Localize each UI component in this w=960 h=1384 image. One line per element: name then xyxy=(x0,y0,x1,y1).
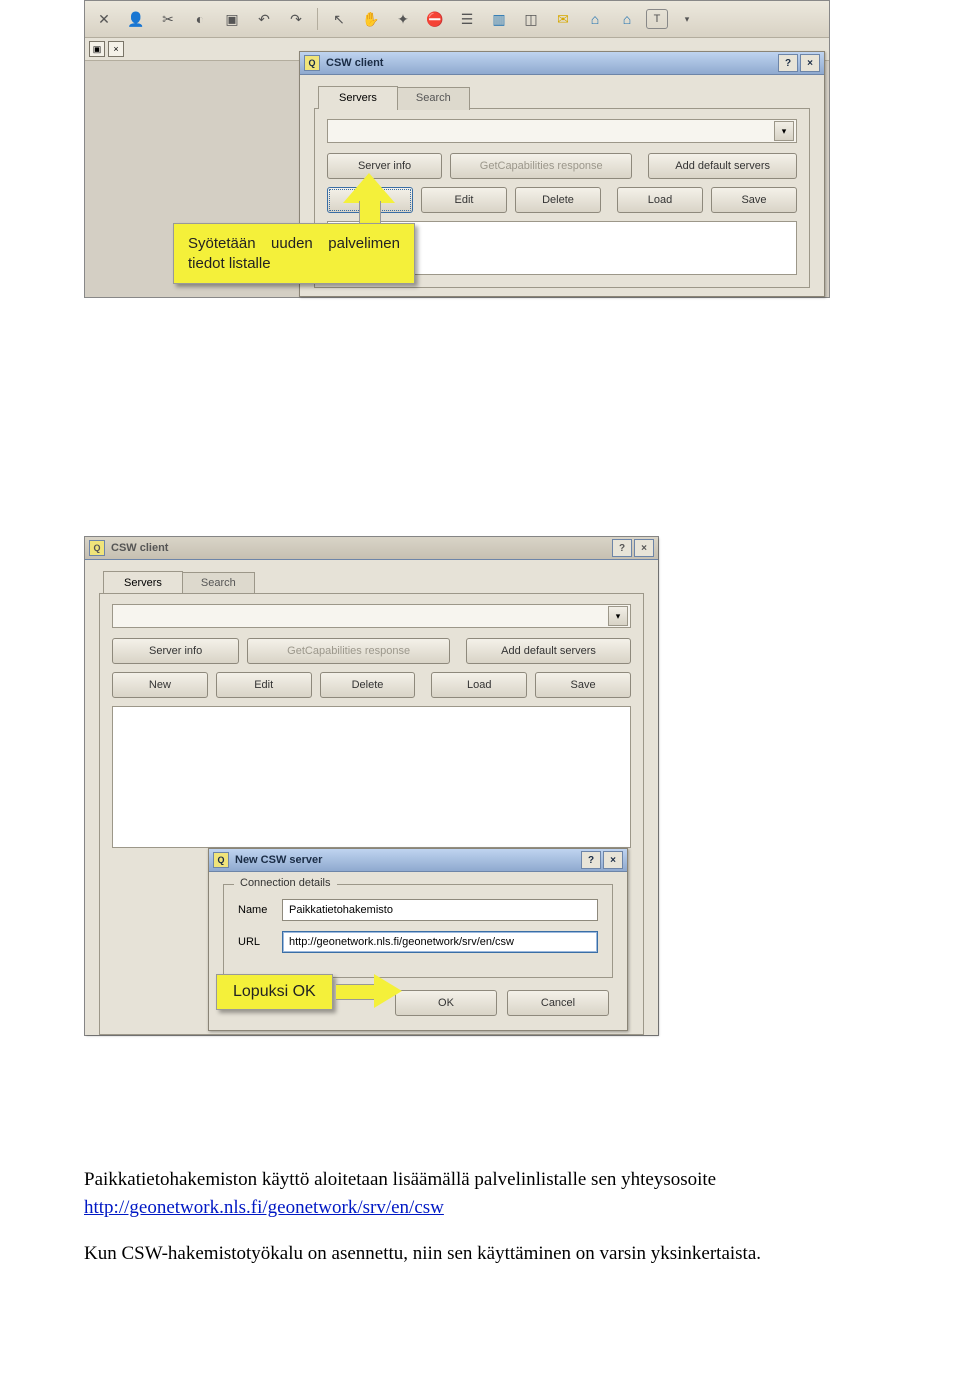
app-icon: Q xyxy=(304,55,320,71)
close-button[interactable]: × xyxy=(603,851,623,869)
para1-text: Paikkatietohakemiston käyttö aloitetaan … xyxy=(84,1169,716,1190)
dialog-titlebar[interactable]: Q CSW client ? × xyxy=(300,52,824,75)
tab-search[interactable]: Search xyxy=(397,87,470,110)
close-button[interactable]: × xyxy=(800,54,820,72)
button-row-2: New Edit Delete Load Save xyxy=(327,187,797,213)
cancel-button[interactable]: Cancel xyxy=(507,990,609,1016)
app-toolbar: ✕ 👤 ✂ ◐ ▣ ↶ ↷ ↖ ✋ ✦ ⛔ ☰ ▥ ◫ ✉ ⌂ ⌂ T ▾ xyxy=(85,1,829,38)
new-button[interactable]: New xyxy=(112,672,208,698)
tab-row: Servers Search xyxy=(300,75,824,108)
connection-details-fieldset: Connection details Name URL xyxy=(223,884,613,978)
button-row-1b: Server info GetCapabilities response Add… xyxy=(112,638,631,664)
dialog-title: CSW client xyxy=(326,57,383,69)
tab-row-2: Servers Search xyxy=(85,560,658,593)
figure-2: Q CSW client ? × Servers Search ▾ Server… xyxy=(84,536,659,1036)
button-row-1: Server info GetCapabilities response Add… xyxy=(327,153,797,179)
callout-2-text: Lopuksi OK xyxy=(233,983,316,1000)
button-row-2b: New Edit Delete Load Save xyxy=(112,672,631,698)
toolbar-separator xyxy=(317,8,318,30)
cut-icon[interactable]: ✕ xyxy=(91,6,117,32)
edit-button[interactable]: Edit xyxy=(216,672,312,698)
tab-search[interactable]: Search xyxy=(182,572,255,595)
chevron-down-icon[interactable]: ▾ xyxy=(774,121,794,141)
inner-dialog-titlebar[interactable]: Q New CSW server ? × xyxy=(209,849,627,872)
ok-button[interactable]: OK xyxy=(395,990,497,1016)
get-capabilities-button[interactable]: GetCapabilities response xyxy=(450,153,632,179)
close-button[interactable]: × xyxy=(634,539,654,557)
app-icon: Q xyxy=(89,540,105,556)
load-button[interactable]: Load xyxy=(617,187,703,213)
tab-body-2: ▾ Server info GetCapabilities response A… xyxy=(99,593,644,1035)
name-label: Name xyxy=(238,904,282,916)
home-star-icon[interactable]: ⌂ xyxy=(582,6,608,32)
cursor-icon[interactable]: ↖ xyxy=(326,6,352,32)
help-button[interactable]: ? xyxy=(778,54,798,72)
close-mini-icon[interactable]: × xyxy=(108,41,124,57)
add-default-servers-button[interactable]: Add default servers xyxy=(648,153,797,179)
dialog-titlebar-2[interactable]: Q CSW client ? × xyxy=(85,537,658,560)
server-dropdown-2[interactable]: ▾ xyxy=(112,604,631,628)
fieldset-legend: Connection details xyxy=(234,877,337,889)
dock-icon[interactable]: ▣ xyxy=(89,41,105,57)
callout-2: Lopuksi OK xyxy=(216,974,333,1010)
edit-button[interactable]: Edit xyxy=(421,187,507,213)
document-body-text: Paikkatietohakemiston käyttö aloitetaan … xyxy=(84,1166,900,1268)
dropdown-icon[interactable]: ▾ xyxy=(674,6,700,32)
list-icon[interactable]: ☰ xyxy=(454,6,480,32)
paragraph-2: Kun CSW-hakemistotyökalu on asennettu, n… xyxy=(84,1240,900,1268)
name-field[interactable] xyxy=(282,899,598,921)
stop-icon[interactable]: ⛔ xyxy=(422,6,448,32)
load-button[interactable]: Load xyxy=(431,672,527,698)
wand-icon[interactable]: ✦ xyxy=(390,6,416,32)
server-list-area-2[interactable] xyxy=(112,706,631,848)
url-row: URL xyxy=(238,931,598,953)
paragraph-1: Paikkatietohakemiston käyttö aloitetaan … xyxy=(84,1166,900,1221)
hand-icon[interactable]: ✋ xyxy=(358,6,384,32)
callout-1: Syötetään uuden palvelimen tiedot listal… xyxy=(173,223,415,284)
tab-servers[interactable]: Servers xyxy=(103,571,183,594)
layers-icon[interactable]: ▣ xyxy=(219,6,245,32)
get-capabilities-button[interactable]: GetCapabilities response xyxy=(247,638,450,664)
callout-text: Syötetään uuden palvelimen tiedot listal… xyxy=(188,234,400,273)
globe-icon[interactable]: ◐ xyxy=(187,6,213,32)
chevron-down-icon[interactable]: ▾ xyxy=(608,606,628,626)
inner-dialog-title: New CSW server xyxy=(235,854,322,866)
delete-button[interactable]: Delete xyxy=(515,187,601,213)
tab-servers[interactable]: Servers xyxy=(318,86,398,109)
undo-icon[interactable]: ↶ xyxy=(251,6,277,32)
save-button[interactable]: Save xyxy=(535,672,631,698)
add-default-servers-button[interactable]: Add default servers xyxy=(466,638,631,664)
clip-icon[interactable]: ◫ xyxy=(518,6,544,32)
scissors-icon[interactable]: ✂ xyxy=(155,6,181,32)
chat-icon[interactable]: ✉ xyxy=(550,6,576,32)
csw-client-dialog-2: Q CSW client ? × Servers Search ▾ Server… xyxy=(85,537,658,1035)
chart-icon[interactable]: ▥ xyxy=(486,6,512,32)
server-info-button[interactable]: Server info xyxy=(112,638,239,664)
app-icon: Q xyxy=(213,852,229,868)
delete-button[interactable]: Delete xyxy=(320,672,416,698)
save-button[interactable]: Save xyxy=(711,187,797,213)
text-icon[interactable]: T xyxy=(646,9,668,29)
url-label: URL xyxy=(238,936,282,948)
people-icon[interactable]: 👤 xyxy=(123,6,149,32)
csw-url-link[interactable]: http://geonetwork.nls.fi/geonetwork/srv/… xyxy=(84,1197,444,1218)
server-dropdown[interactable]: ▾ xyxy=(327,119,797,143)
name-row: Name xyxy=(238,899,598,921)
figure-1: ✕ 👤 ✂ ◐ ▣ ↶ ↷ ↖ ✋ ✦ ⛔ ☰ ▥ ◫ ✉ ⌂ ⌂ T ▾ ▣ … xyxy=(84,0,830,298)
help-button[interactable]: ? xyxy=(581,851,601,869)
dialog-title: CSW client xyxy=(111,542,168,554)
help-button[interactable]: ? xyxy=(612,539,632,557)
url-field[interactable] xyxy=(282,931,598,953)
redo-icon[interactable]: ↷ xyxy=(283,6,309,32)
home-icon[interactable]: ⌂ xyxy=(614,6,640,32)
